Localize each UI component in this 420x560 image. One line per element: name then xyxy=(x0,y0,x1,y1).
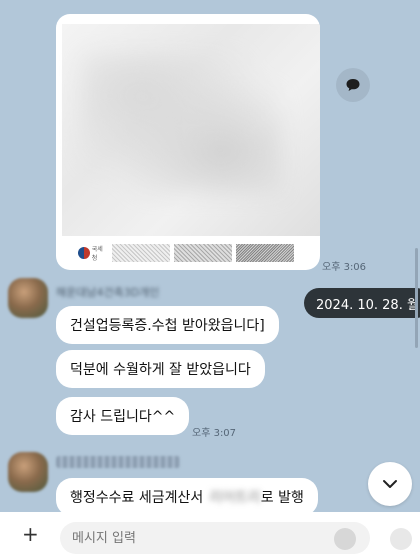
national-tax-seal-logo: 국세청 xyxy=(78,245,108,262)
share-icon xyxy=(346,79,360,91)
barcode-blurred xyxy=(236,244,294,262)
message-text: 건설업등록증.수첩 받아왔읍니다] xyxy=(70,318,265,334)
chevron-down-icon xyxy=(383,480,397,488)
incoming-message[interactable]: 건설업등록증.수첩 받아왔읍니다] xyxy=(56,306,279,344)
message-text: 로 발행 xyxy=(260,490,304,506)
sender-name-blurred xyxy=(56,456,180,468)
scrollbar[interactable] xyxy=(415,248,418,348)
message-text: 행정수수료 세금계산서 xyxy=(70,490,204,506)
message-input-bar: + xyxy=(0,512,420,560)
outgoing-message-text: 2024. 10. 28. 월 xyxy=(316,297,419,313)
plus-icon[interactable]: + xyxy=(22,524,42,544)
avatar[interactable] xyxy=(8,452,48,492)
message-text-blurred: 리어트리 xyxy=(209,490,261,506)
emoji-icon[interactable] xyxy=(334,528,356,550)
message-text: 덕분에 수월하게 잘 받았읍니다 xyxy=(70,362,251,378)
document-image-message[interactable]: 국세청 xyxy=(56,14,320,270)
incoming-message[interactable]: 행정수수료 세금계산서 리어트리 로 발행 xyxy=(56,478,318,516)
message-time: 오후 3:07 xyxy=(192,428,237,439)
chat-room: 국세청 오후 3:06 해운대남4건축3D개인 2024. 10. 28. 월 … xyxy=(0,0,420,560)
message-input[interactable] xyxy=(60,522,370,554)
scroll-to-bottom-button[interactable] xyxy=(368,462,412,506)
message-time: 오후 3:06 xyxy=(322,262,367,273)
document-image-blurred xyxy=(62,24,320,236)
document-footer: 국세청 xyxy=(78,242,318,264)
incoming-message[interactable]: 덕분에 수월하게 잘 받았읍니다 xyxy=(56,350,265,388)
sender-name: 해운대남4건축3D개인 xyxy=(56,286,160,299)
incoming-message[interactable]: 감사 드립니다^^ xyxy=(56,397,190,435)
barcode-blurred xyxy=(112,244,170,262)
seal-label: 국세청 xyxy=(91,246,103,262)
avatar[interactable] xyxy=(8,278,48,318)
message-text: 감사 드립니다^^ xyxy=(70,409,176,425)
share-button[interactable] xyxy=(336,68,370,102)
taeguk-icon xyxy=(78,247,90,259)
barcode-blurred xyxy=(174,244,232,262)
send-icon[interactable] xyxy=(390,528,412,550)
outgoing-message[interactable]: 2024. 10. 28. 월 xyxy=(304,288,420,318)
